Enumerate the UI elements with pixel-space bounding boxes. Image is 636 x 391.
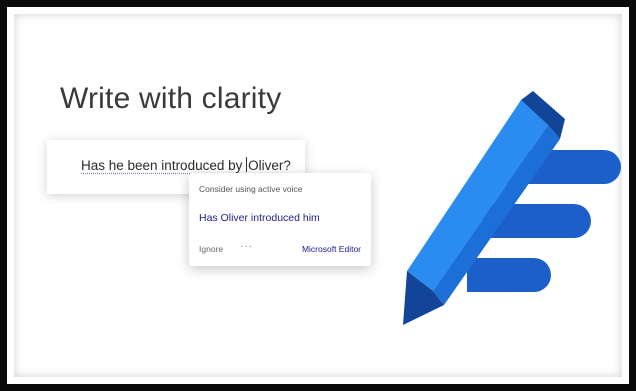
screenshot-frame: Write with clarity Has he been introduce…	[0, 0, 636, 391]
ignore-button[interactable]: Ignore	[199, 244, 223, 254]
editor-line-bottom	[467, 258, 551, 292]
editor-brand-label: Microsoft Editor	[301, 244, 361, 254]
suggestion-button[interactable]: Has Oliver introduced him	[199, 212, 320, 224]
text-sentence: Has he been introduced by Oliver?	[81, 157, 291, 173]
document-text[interactable]: Has he been introduced by Oliver?	[81, 157, 291, 173]
text-cursor	[246, 157, 248, 172]
editor-suggestion-popup: Consider using active voice Has Oliver i…	[189, 173, 371, 266]
more-options-button[interactable]: ···	[240, 241, 253, 252]
hero-title: Write with clarity	[60, 82, 282, 115]
popup-footer: Ignore ··· Microsoft Editor	[199, 241, 361, 258]
microsoft-editor-pen-logo-icon	[403, 91, 621, 325]
suggestion-hint: Consider using active voice	[199, 184, 303, 194]
